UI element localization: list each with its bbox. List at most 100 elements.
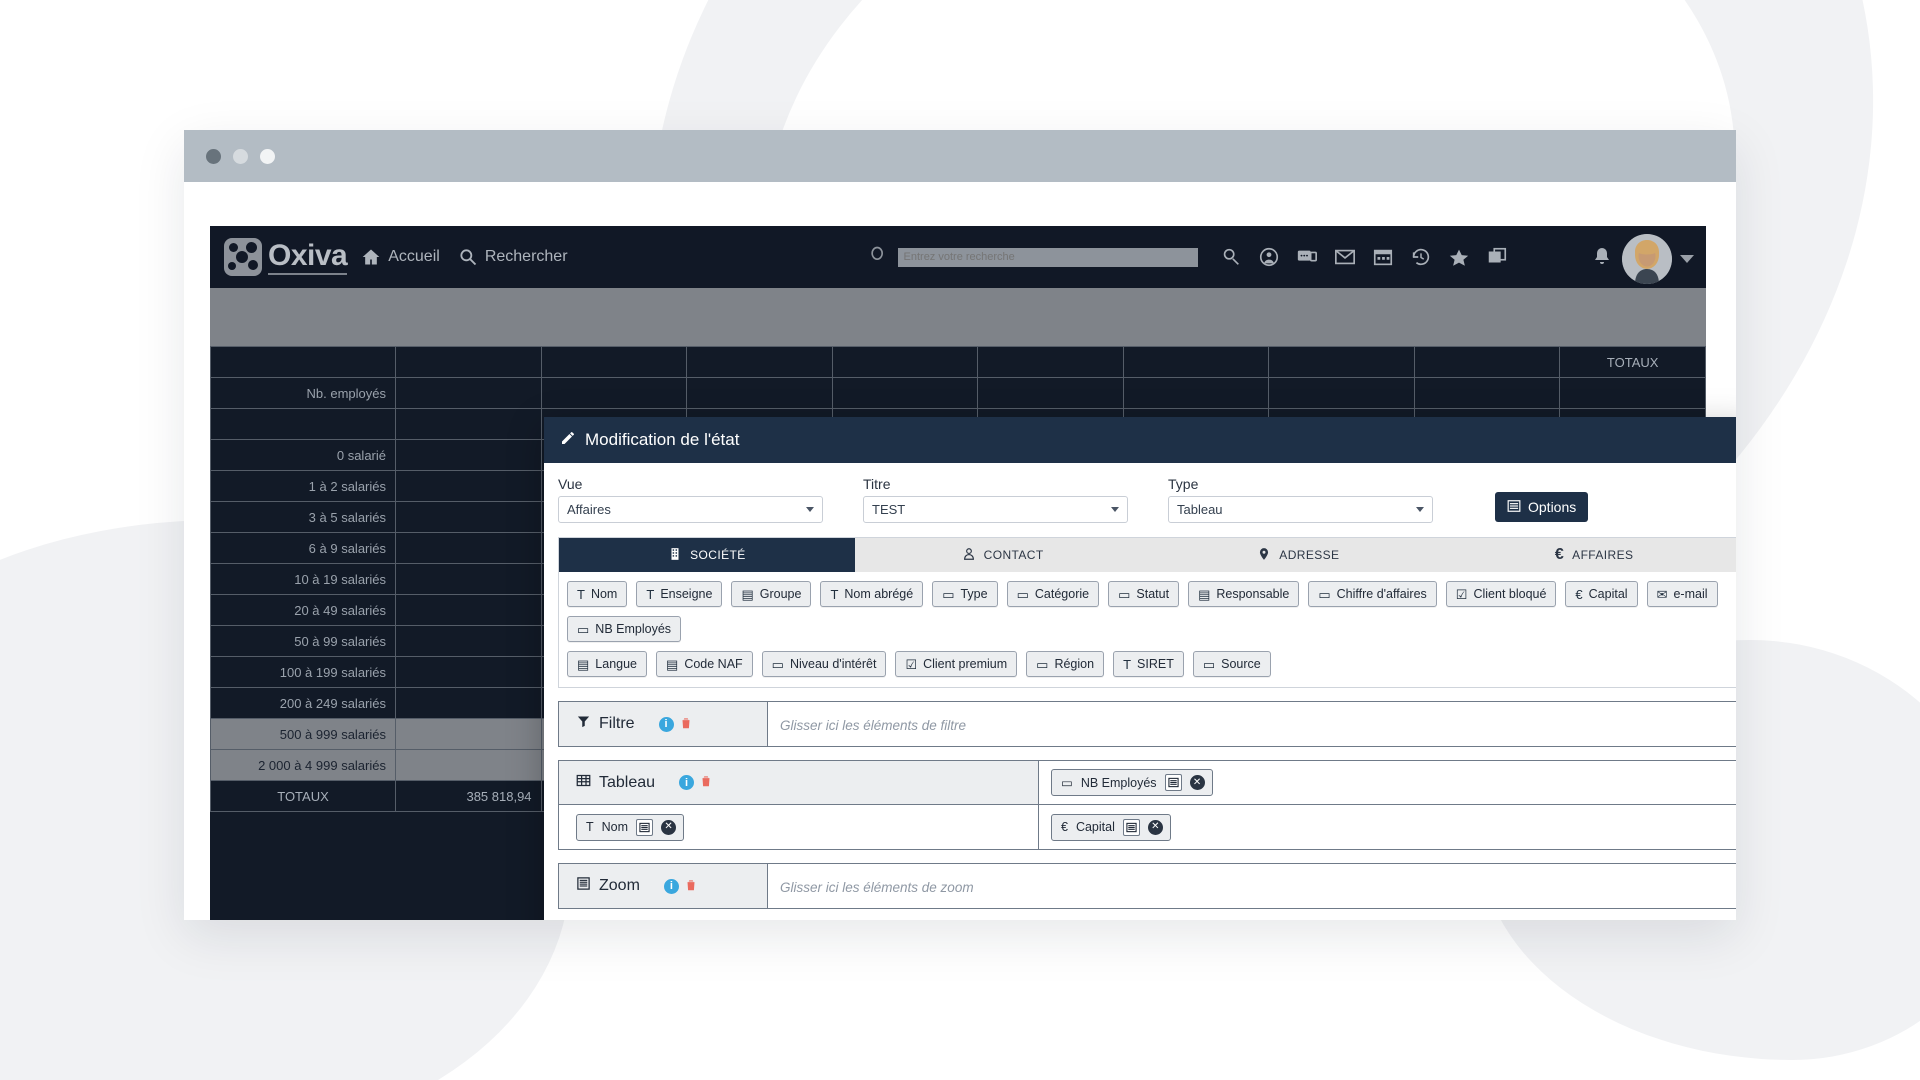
avatar[interactable] bbox=[1622, 234, 1672, 284]
filtre-section-header: Filtre i bbox=[559, 702, 768, 746]
history-icon[interactable] bbox=[1410, 246, 1432, 268]
placed-chip-capital[interactable]: € Capital ✕ bbox=[1051, 813, 1171, 841]
titre-select[interactable]: TEST bbox=[863, 496, 1128, 523]
field-chip-client-premium[interactable]: ☑ Client premium bbox=[895, 651, 1018, 677]
chevron-down-icon[interactable] bbox=[1680, 255, 1694, 263]
list-field-icon: ▤ bbox=[577, 656, 590, 672]
star-icon[interactable] bbox=[1448, 246, 1470, 268]
window-maximize-button[interactable] bbox=[260, 148, 275, 164]
combo-field-icon: ▭ bbox=[1061, 776, 1073, 790]
chip-row-1: T Nom T Enseigne ▤ Groupe T Nom abrégé ▭ Type… bbox=[567, 581, 1734, 642]
settings-icon[interactable] bbox=[1164, 774, 1182, 791]
tab-contact[interactable]: CONTACT bbox=[854, 538, 1151, 572]
field-chip-region[interactable]: ▭ Région bbox=[1026, 651, 1105, 677]
info-icon[interactable]: i bbox=[658, 716, 674, 732]
field-chip-email[interactable]: ✉ e-mail bbox=[1646, 581, 1718, 607]
calendar-icon[interactable] bbox=[1372, 246, 1394, 268]
settings-icon[interactable] bbox=[636, 818, 654, 836]
search-input[interactable] bbox=[897, 247, 1198, 267]
field-chip-nb-employes[interactable]: ▭ NB Employés bbox=[567, 616, 682, 642]
chip-label: NB Employés bbox=[595, 622, 672, 636]
bell-icon[interactable] bbox=[1590, 245, 1614, 274]
nav-item-accueil[interactable]: Accueil bbox=[361, 247, 440, 267]
app-toolbar-band bbox=[210, 288, 1706, 346]
window-minimize-button[interactable] bbox=[233, 148, 248, 164]
tab-affaires[interactable]: € AFFAIRES bbox=[1446, 538, 1736, 572]
placed-chip-nb-employes[interactable]: ▭ NB Employés ✕ bbox=[1051, 769, 1213, 796]
field-chip-groupe[interactable]: ▤ Groupe bbox=[731, 581, 812, 607]
modal-title: Modification de l'état bbox=[585, 430, 740, 449]
funnel-icon bbox=[576, 714, 591, 734]
windows-icon[interactable] bbox=[1486, 246, 1508, 268]
field-chip-responsable[interactable]: ▤ Responsable bbox=[1188, 581, 1300, 607]
chip-label: Enseigne bbox=[660, 587, 713, 601]
field-chip-nom[interactable]: T Nom bbox=[567, 581, 628, 607]
field-chip-nom-abrege[interactable]: T Nom abrégé bbox=[820, 581, 924, 607]
tableau-row-bottom: T Nom ✕ € Capital ✕ bbox=[559, 805, 1736, 849]
mail-icon[interactable] bbox=[1334, 246, 1356, 268]
chevron-down-icon bbox=[1111, 507, 1119, 512]
modal-actions: Annuler Enregistrer bbox=[558, 909, 1736, 920]
type-select[interactable]: Tableau bbox=[1168, 496, 1433, 523]
field-chip-enseigne[interactable]: T Enseigne bbox=[636, 581, 723, 607]
combo-field-icon: ▭ bbox=[1118, 586, 1131, 602]
vue-select[interactable]: Affaires bbox=[558, 496, 823, 523]
user-badge-icon[interactable] bbox=[1258, 246, 1280, 268]
vue-selected-value: Affaires bbox=[567, 502, 611, 517]
trash-icon[interactable] bbox=[684, 878, 698, 895]
close-icon[interactable]: ✕ bbox=[1189, 775, 1205, 790]
tableau-columns-dropzone[interactable]: ▭ NB Employés ✕ bbox=[1039, 761, 1736, 804]
field-type: Type Tableau bbox=[1168, 476, 1433, 523]
home-icon bbox=[361, 247, 381, 267]
settings-icon[interactable] bbox=[1122, 818, 1140, 836]
field-chip-type[interactable]: ▭ Type bbox=[932, 581, 998, 607]
label-type: Type bbox=[1168, 476, 1199, 492]
tab-label-affaires: AFFAIRES bbox=[1572, 548, 1634, 562]
nav-label-accueil: Accueil bbox=[388, 248, 440, 265]
totaux-row-label: TOTAUX bbox=[210, 780, 396, 812]
field-chip-source[interactable]: ▭ Source bbox=[1192, 651, 1271, 677]
tableau-section: Tableau i ▭ NB Employés ✕ T Nom ✕ € Capi… bbox=[558, 760, 1736, 850]
zoom-dropzone[interactable]: Glisser ici les éléments de zoom bbox=[768, 864, 1736, 910]
chevron-down-icon bbox=[806, 507, 814, 512]
chip-label: Type bbox=[960, 587, 988, 601]
field-chip-client-bloque[interactable]: ☑ Client bloqué bbox=[1445, 581, 1557, 607]
filtre-dropzone[interactable]: Glisser ici les éléments de filtre bbox=[768, 702, 1736, 748]
combo-field-icon: ▭ bbox=[771, 656, 784, 672]
field-chip-chiffre-affaires[interactable]: ▭ Chiffre d'affaires bbox=[1308, 581, 1437, 607]
field-chip-capital[interactable]: € Capital bbox=[1565, 581, 1638, 607]
app-logo[interactable]: Oxiva bbox=[224, 238, 348, 276]
tableau-values-dropzone[interactable]: € Capital ✕ bbox=[1039, 805, 1736, 849]
field-chip-langue[interactable]: ▤ Langue bbox=[567, 651, 648, 677]
tableau-rows-dropzone[interactable]: T Nom ✕ bbox=[559, 805, 1039, 849]
chevron-down-icon bbox=[1416, 507, 1424, 512]
chip-label: Nom bbox=[590, 587, 618, 601]
field-chip-code-naf[interactable]: ▤ Code NAF bbox=[656, 651, 753, 677]
row-label: 2 000 à 4 999 salariés bbox=[210, 749, 396, 781]
form-row: Vue Affaires Titre TEST Type Tableau Opt… bbox=[558, 476, 1736, 523]
window-close-button[interactable] bbox=[206, 148, 221, 164]
info-icon[interactable]: i bbox=[663, 878, 679, 894]
chat-icon[interactable] bbox=[1296, 246, 1318, 268]
pencil-icon bbox=[560, 430, 576, 451]
nav-item-rechercher[interactable]: Rechercher bbox=[458, 247, 568, 267]
options-button[interactable]: Options bbox=[1495, 492, 1589, 522]
tab-societe[interactable]: SOCIÉTÉ bbox=[559, 538, 855, 572]
trash-icon[interactable] bbox=[679, 716, 693, 733]
field-chip-statut[interactable]: ▭ Statut bbox=[1108, 581, 1180, 607]
table-row: Nb. employés bbox=[210, 377, 1706, 409]
trash-icon[interactable] bbox=[699, 774, 713, 791]
close-icon[interactable]: ✕ bbox=[661, 819, 677, 835]
field-chip-categorie[interactable]: ▭ Catégorie bbox=[1006, 581, 1100, 607]
user-search-icon[interactable] bbox=[1220, 246, 1242, 268]
placed-chip-nom[interactable]: T Nom ✕ bbox=[576, 813, 685, 841]
tab-adresse[interactable]: ADRESSE bbox=[1150, 538, 1447, 572]
grid-icon bbox=[576, 773, 591, 793]
close-icon[interactable]: ✕ bbox=[1147, 819, 1163, 835]
text-field-icon: T bbox=[577, 586, 585, 602]
field-chip-siret[interactable]: T SIRET bbox=[1113, 651, 1184, 677]
zoom-title: Zoom bbox=[576, 876, 640, 896]
field-chip-niveau-interet[interactable]: ▭ Niveau d'intérêt bbox=[761, 651, 887, 677]
app-search bbox=[868, 245, 1198, 270]
info-icon[interactable]: i bbox=[679, 775, 695, 790]
